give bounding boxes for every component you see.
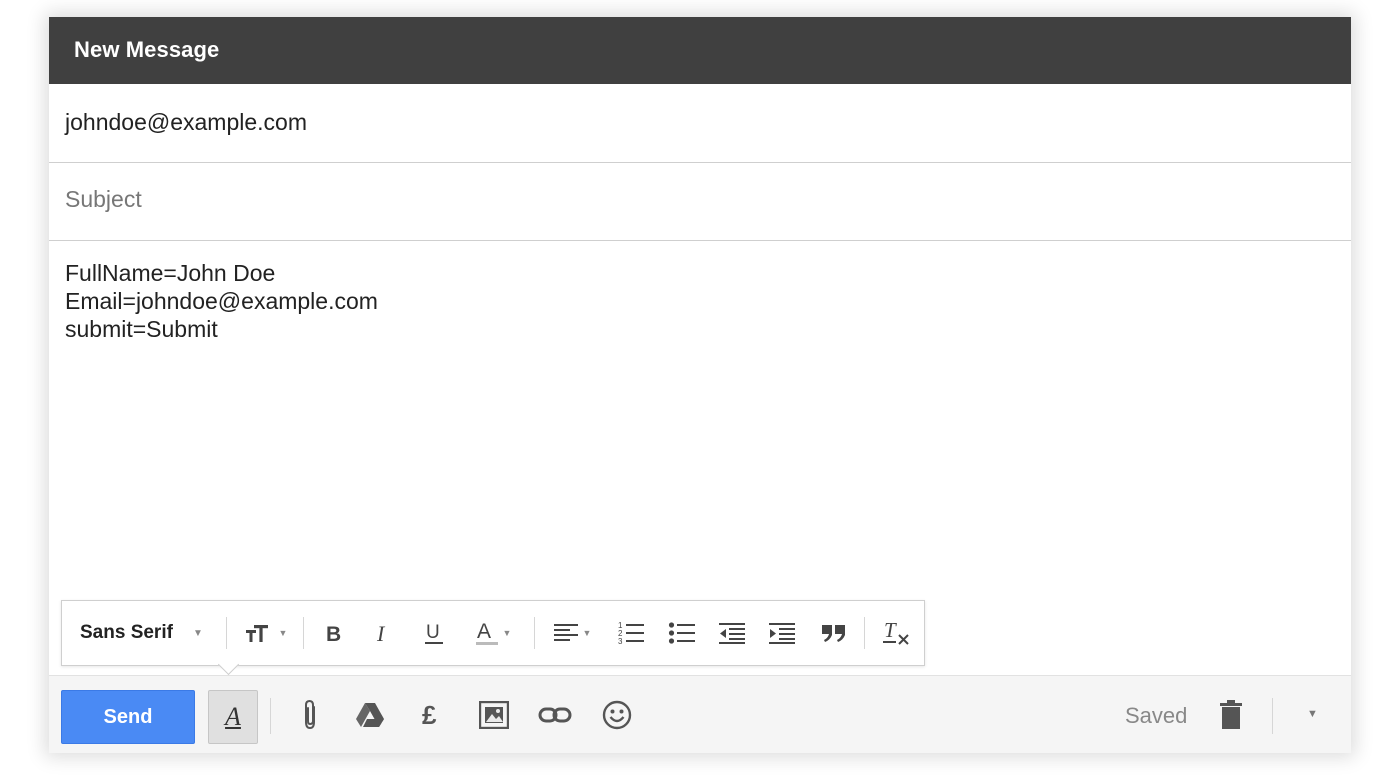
trash-icon (1219, 700, 1243, 730)
indent-less-icon (718, 622, 746, 644)
divider (1272, 698, 1273, 734)
svg-text:U: U (426, 622, 440, 643)
emoji-icon (602, 700, 632, 730)
italic-icon: I (374, 622, 394, 644)
save-status: Saved (1125, 703, 1188, 728)
font-size-icon (245, 622, 275, 644)
font-family-select[interactable]: Sans Serif ▼ (68, 601, 228, 665)
underline-icon: U (424, 621, 444, 645)
subject-input[interactable] (65, 182, 1325, 216)
align-icon (553, 622, 579, 644)
quote-icon (820, 622, 848, 644)
italic-button[interactable]: I (362, 601, 406, 665)
formatting-options-icon: A (225, 702, 241, 731)
photo-button[interactable] (472, 692, 516, 738)
discard-draft-button[interactable] (1209, 692, 1253, 738)
link-button[interactable] (533, 692, 577, 738)
svg-text:A: A (477, 620, 491, 643)
chevron-down-icon: ▼ (582, 628, 592, 638)
attach-icon (300, 699, 320, 731)
svg-text:I: I (376, 622, 386, 644)
svg-text:£: £ (422, 701, 437, 729)
indent-more-icon (768, 622, 796, 644)
emoji-button[interactable] (595, 692, 639, 738)
to-field[interactable]: johndoe@example.com (49, 84, 1351, 163)
message-body[interactable]: FullName=John Doe Email=johndoe@example.… (65, 259, 1325, 589)
remove-formatting-icon: T (881, 620, 911, 646)
chevron-down-icon: ▼ (278, 628, 288, 638)
attach-button[interactable] (288, 692, 332, 738)
money-button[interactable]: £ (410, 692, 454, 738)
remove-formatting-button[interactable]: T (872, 601, 920, 665)
drive-button[interactable] (348, 692, 392, 738)
body-line: submit=Submit (65, 316, 218, 342)
formatting-toolbar: Sans Serif ▼ ▼ B I U A ▼ ▼ 1 2 3 T (61, 600, 925, 666)
send-button[interactable]: Send (61, 690, 195, 744)
font-family-label: Sans Serif (80, 622, 173, 643)
chevron-down-icon: ▼ (502, 628, 512, 638)
divider (303, 617, 304, 649)
link-icon (538, 705, 572, 725)
bulleted-list-button[interactable] (658, 601, 706, 665)
numbered-list-icon: 1 2 3 (617, 620, 645, 646)
drive-icon (355, 702, 385, 728)
formatting-options-button[interactable]: A (208, 690, 258, 744)
svg-text:T: T (884, 620, 897, 642)
bulleted-list-icon (668, 621, 696, 645)
underline-button[interactable]: U (412, 601, 456, 665)
to-field-value[interactable]: johndoe@example.com (65, 109, 307, 136)
font-size-button[interactable]: ▼ (238, 601, 294, 665)
numbered-list-button[interactable]: 1 2 3 (607, 601, 655, 665)
divider (226, 617, 227, 649)
svg-text:3: 3 (618, 637, 623, 646)
indent-more-button[interactable] (758, 601, 806, 665)
chevron-down-icon: ▼ (192, 627, 203, 639)
photo-icon (479, 701, 509, 729)
compose-title-bar[interactable]: New Message (49, 17, 1351, 84)
divider (270, 698, 271, 734)
more-options-icon: ▼ (1307, 708, 1318, 720)
bold-button[interactable]: B (312, 601, 356, 665)
compose-action-bar: Send A £ Saved ▼ (49, 675, 1351, 753)
money-icon: £ (421, 701, 443, 729)
bold-icon: B (324, 622, 344, 644)
divider (864, 617, 865, 649)
compose-window: New Message johndoe@example.com FullName… (49, 17, 1351, 753)
text-color-button[interactable]: A ▼ (462, 601, 524, 665)
align-button[interactable]: ▼ (544, 601, 600, 665)
text-color-icon: A (475, 620, 499, 646)
indent-less-button[interactable] (708, 601, 756, 665)
more-options-button[interactable]: ▼ (1307, 708, 1318, 720)
subject-field[interactable] (49, 162, 1351, 241)
body-line: FullName=John Doe (65, 260, 276, 286)
svg-text:B: B (326, 623, 341, 644)
body-line: Email=johndoe@example.com (65, 288, 378, 314)
quote-button[interactable] (810, 601, 858, 665)
divider (534, 617, 535, 649)
compose-title: New Message (74, 37, 220, 62)
